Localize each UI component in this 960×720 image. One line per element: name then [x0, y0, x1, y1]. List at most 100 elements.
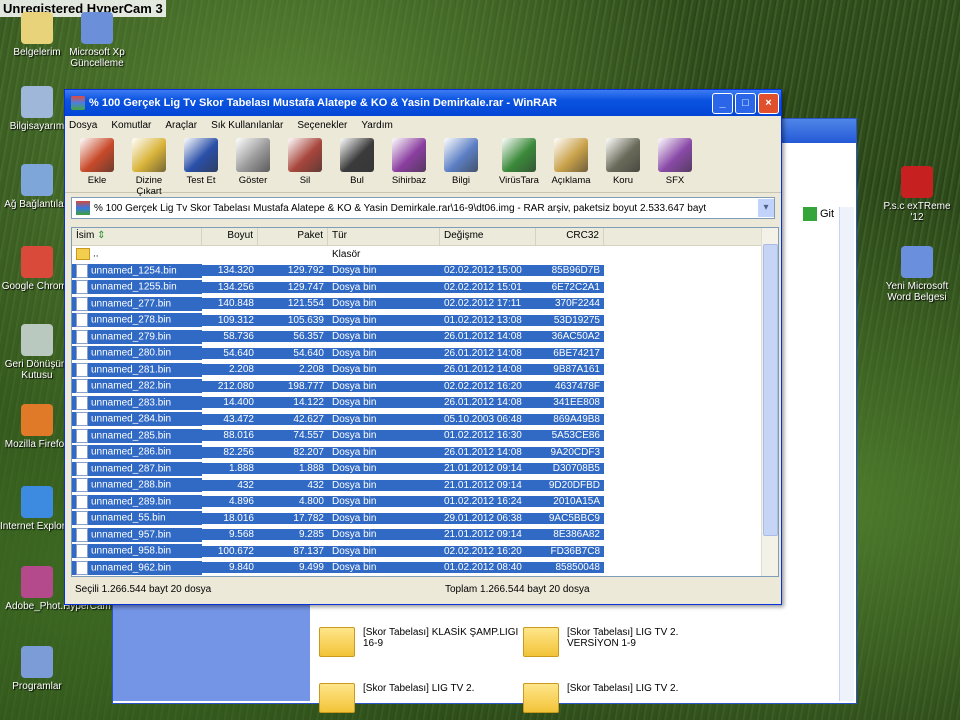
- menu-araclar[interactable]: Araçlar: [165, 120, 197, 131]
- desktop-icon-label: Geri Dönüşüm Kutusu: [4, 359, 70, 381]
- table-row[interactable]: unnamed_283.bin 14.400 14.122 Dosya bin 26.0…: [72, 395, 778, 412]
- desktop-icon[interactable]: Programlar: [0, 646, 74, 692]
- folder-up-icon: [76, 248, 90, 261]
- toolbar-view-button[interactable]: Göster: [227, 134, 279, 192]
- desktop-icon[interactable]: P.s.c exTReme '12: [880, 166, 954, 223]
- table-row[interactable]: unnamed_289.bin 4.896 4.800 Dosya bin 01.02.…: [72, 494, 778, 511]
- column-type[interactable]: Tür: [328, 228, 440, 245]
- archive-icon: [76, 201, 90, 215]
- desktop-icon[interactable]: Yeni Microsoft Word Belgesi: [880, 246, 954, 303]
- folder-item[interactable]: [Skor Tabelası] LIG TV 2.: [523, 683, 723, 713]
- toolbar-find-button[interactable]: Bul: [331, 134, 383, 192]
- winrar-title-bar[interactable]: % 100 Gerçek Lig Tv Skor Tabelası Mustaf…: [65, 90, 781, 116]
- table-row[interactable]: unnamed_1255.bin 134.256 129.747 Dosya bin 0…: [72, 279, 778, 296]
- file-icon: [76, 280, 88, 295]
- desktop-icon[interactable]: Ağ Bağlantıları: [0, 164, 74, 210]
- table-row[interactable]: unnamed_288.bin 432 432 Dosya bin 21.01.2012…: [72, 477, 778, 494]
- table-row[interactable]: unnamed_287.bin 1.888 1.888 Dosya bin 21.01.…: [72, 461, 778, 478]
- table-cell: Dosya bin: [328, 281, 440, 293]
- column-modified[interactable]: Değişme: [440, 228, 536, 245]
- toolbar-info-button[interactable]: Bilgi: [435, 134, 487, 192]
- toolbar-sfx-button[interactable]: SFX: [649, 134, 701, 192]
- toolbar-comment-button[interactable]: Açıklama: [545, 134, 597, 192]
- table-row[interactable]: unnamed_962.bin 9.840 9.499 Dosya bin 01.02.…: [72, 560, 778, 577]
- table-row[interactable]: unnamed_279.bin 58.736 56.357 Dosya bin 26.0…: [72, 329, 778, 346]
- toolbar-wizard-button[interactable]: Sihirbaz: [383, 134, 435, 192]
- table-cell: unnamed_278.bin: [72, 313, 202, 328]
- menu-dosya[interactable]: Dosya: [69, 120, 97, 131]
- desktop-icon[interactable]: Google Chrome: [0, 246, 74, 292]
- go-button[interactable]: Git: [802, 207, 834, 221]
- desktop-icon[interactable]: Internet Explorer: [0, 486, 74, 532]
- view-icon: [236, 138, 270, 172]
- table-cell: 9A20CDF3: [536, 446, 604, 458]
- table-row[interactable]: unnamed_284.bin 43.472 42.627 Dosya bin 05.1…: [72, 411, 778, 428]
- delete-icon: [288, 138, 322, 172]
- table-cell: unnamed_283.bin: [72, 395, 202, 410]
- winrar-window[interactable]: % 100 Gerçek Lig Tv Skor Tabelası Mustaf…: [64, 89, 782, 605]
- table-cell: 6BE74217: [536, 347, 604, 359]
- table-row[interactable]: unnamed_281.bin 2.208 2.208 Dosya bin 26.01.…: [72, 362, 778, 379]
- file-list-scrollbar[interactable]: [761, 228, 778, 576]
- table-row[interactable]: unnamed_957.bin 9.568 9.285 Dosya bin 21.01.…: [72, 527, 778, 544]
- desktop-icon[interactable]: Bilgisayarım: [0, 86, 74, 132]
- table-row[interactable]: unnamed_278.bin 109.312 105.639 Dosya bin 01…: [72, 312, 778, 329]
- table-row[interactable]: unnamed_286.bin 82.256 82.207 Dosya bin 26.0…: [72, 444, 778, 461]
- toolbar-extract-button[interactable]: Dizine Çıkart: [123, 134, 175, 197]
- table-cell: 134.320: [202, 265, 258, 277]
- wizard-icon: [392, 138, 426, 172]
- table-row[interactable]: unnamed_55.bin 18.016 17.782 Dosya bin 29.01…: [72, 510, 778, 527]
- folder-icon: [523, 683, 559, 713]
- explorer-scrollbar[interactable]: [839, 207, 854, 701]
- folder-icon: [319, 627, 355, 657]
- toolbar-add-button[interactable]: Ekle: [71, 134, 123, 192]
- table-cell: 54.640: [202, 347, 258, 359]
- menu-yardim[interactable]: Yardım: [361, 120, 393, 131]
- table-cell: 9.568: [202, 529, 258, 541]
- toolbar: Ekle Dizine Çıkart Test Et Göster Sil Bul Sihi…: [65, 134, 781, 197]
- desktop-icon[interactable]: Microsoft Xp Güncelleme: [60, 12, 134, 69]
- table-row[interactable]: unnamed_958.bin 100.672 87.137 Dosya bin 02.…: [72, 543, 778, 560]
- column-name[interactable]: İsim ⇕: [72, 228, 202, 245]
- column-packed[interactable]: Paket: [258, 228, 328, 245]
- menu-bar: Dosya Komutlar Araçlar Sık Kullanılanlar…: [65, 116, 781, 134]
- table-cell: Dosya bin: [328, 512, 440, 524]
- column-size[interactable]: Boyut: [202, 228, 258, 245]
- table-row[interactable]: unnamed_280.bin 54.640 54.640 Dosya bin 26.0…: [72, 345, 778, 362]
- archive-path-combo[interactable]: % 100 Gerçek Lig Tv Skor Tabelası Mustaf…: [71, 197, 775, 219]
- menu-sik-kullanilanlar[interactable]: Sık Kullanılanlar: [211, 120, 283, 131]
- file-list[interactable]: İsim ⇕ Boyut Paket Tür Değişme CRC32 .. K…: [71, 227, 779, 577]
- desktop-icon[interactable]: Geri Dönüşüm Kutusu: [0, 324, 74, 381]
- toolbar-protect-button[interactable]: Koru: [597, 134, 649, 192]
- toolbar-label: Test Et: [186, 175, 216, 186]
- desktop-icon-label: Programlar: [12, 681, 62, 692]
- table-cell: Dosya bin: [328, 463, 440, 475]
- psc-icon: [901, 166, 933, 198]
- file-icon: [76, 346, 88, 361]
- menu-secenekler[interactable]: Seçenekler: [297, 120, 347, 131]
- toolbar-virus-scan-button[interactable]: VirüsTara: [493, 134, 545, 192]
- column-crc32[interactable]: CRC32: [536, 228, 604, 245]
- menu-komutlar[interactable]: Komutlar: [111, 120, 151, 131]
- folder-item[interactable]: [Skor Tabelası] LIG TV 2.: [319, 683, 519, 713]
- table-cell: unnamed_280.bin: [72, 346, 202, 361]
- toolbar-delete-button[interactable]: Sil: [279, 134, 331, 192]
- chevron-down-icon[interactable]: ▾: [758, 199, 774, 217]
- table-row[interactable]: unnamed_285.bin 88.016 74.557 Dosya bin 01.0…: [72, 428, 778, 445]
- file-icon: [76, 511, 88, 526]
- toolbar-test-button[interactable]: Test Et: [175, 134, 227, 192]
- desktop-icon[interactable]: Mozilla Firefox: [0, 404, 74, 450]
- table-row[interactable]: unnamed_1254.bin 134.320 129.792 Dosya bin 0…: [72, 263, 778, 280]
- toolbar-label: Dizine Çıkart: [135, 175, 163, 197]
- folder-item[interactable]: [Skor Tabelası] LIG TV 2. VERSİYON 1-9: [523, 627, 723, 657]
- folder-item[interactable]: [Skor Tabelası] KLASİK ŞAMP.LIGI 16-9: [319, 627, 519, 657]
- maximize-button[interactable]: □: [735, 92, 756, 114]
- table-cell: unnamed_285.bin: [72, 428, 202, 443]
- table-row[interactable]: unnamed_282.bin 212.080 198.777 Dosya bin 02…: [72, 378, 778, 395]
- scrollbar-thumb[interactable]: [763, 244, 778, 536]
- table-row[interactable]: unnamed_277.bin 140.848 121.554 Dosya bin 02…: [72, 296, 778, 313]
- close-button[interactable]: ×: [758, 92, 779, 114]
- table-cell: Dosya bin: [328, 529, 440, 541]
- table-row[interactable]: .. Klasör: [72, 246, 778, 263]
- minimize-button[interactable]: _: [712, 92, 733, 114]
